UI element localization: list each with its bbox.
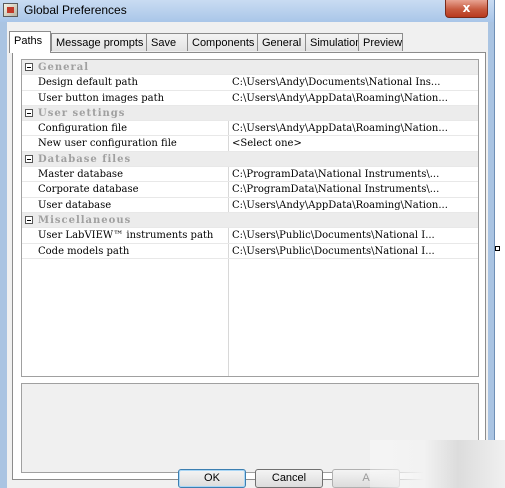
cancel-button[interactable]: Cancel <box>255 469 323 488</box>
category-label: Database files <box>38 153 132 165</box>
category-user-settings[interactable]: User settings <box>22 105 478 122</box>
property-value[interactable]: C:\Users\Andy\Documents\National Ins... <box>232 75 477 90</box>
app-icon <box>3 3 18 17</box>
property-row[interactable]: Master database C:\ProgramData\National … <box>22 167 478 183</box>
collapse-icon[interactable] <box>25 63 33 71</box>
category-label: Miscellaneous <box>38 214 132 226</box>
category-general[interactable]: General <box>22 60 478 76</box>
property-row[interactable]: Corporate database C:\ProgramData\Nation… <box>22 182 478 198</box>
property-value[interactable]: C:\Users\Public\Documents\National I... <box>232 228 477 243</box>
tab-preview[interactable]: Preview <box>358 33 403 51</box>
property-value[interactable]: <Select one> <box>232 136 477 151</box>
property-grid: General Design default path C:\Users\And… <box>21 59 479 377</box>
tab-save[interactable]: Save <box>146 33 188 51</box>
tab-paths[interactable]: Paths <box>9 31 51 53</box>
resize-handle[interactable] <box>495 246 500 251</box>
property-row[interactable]: User LabVIEW™ instruments path C:\Users\… <box>22 228 478 244</box>
collapse-icon[interactable] <box>25 154 33 163</box>
property-row[interactable]: User button images path C:\Users\Andy\Ap… <box>22 91 478 106</box>
property-row[interactable]: Code models path C:\Users\Public\Documen… <box>22 244 478 259</box>
property-value[interactable]: C:\Users\Andy\AppData\Roaming\Nation... <box>232 121 477 136</box>
category-miscellaneous[interactable]: Miscellaneous <box>22 212 478 229</box>
tab-general[interactable]: General <box>257 33 306 51</box>
tab-simulation[interactable]: Simulation <box>305 33 361 51</box>
collapse-icon[interactable] <box>25 215 33 224</box>
property-name: Design default path <box>38 77 138 89</box>
global-preferences-window: Global Preferences x Paths Message promp… <box>0 0 495 488</box>
category-label: User settings <box>38 107 126 119</box>
property-name: Code models path <box>38 245 130 257</box>
property-name: Configuration file <box>38 123 128 135</box>
property-name: New user configuration file <box>38 138 177 150</box>
title-bar[interactable]: Global Preferences x <box>0 0 494 22</box>
property-value[interactable]: C:\Users\Andy\AppData\Roaming\Nation... <box>232 91 477 106</box>
window-title: Global Preferences <box>24 3 127 17</box>
category-label: General <box>38 62 90 73</box>
property-name: User button images path <box>38 92 165 104</box>
paths-panel: General Design default path C:\Users\And… <box>12 52 486 480</box>
property-value[interactable]: C:\Users\Andy\AppData\Roaming\Nation... <box>232 198 477 213</box>
category-database-files[interactable]: Database files <box>22 151 478 168</box>
property-value[interactable]: C:\ProgramData\National Instruments\... <box>232 182 477 197</box>
property-value[interactable]: C:\ProgramData\National Instruments\... <box>232 167 477 182</box>
property-name: User LabVIEW™ instruments path <box>38 230 214 242</box>
blurred-watermark-area <box>370 440 505 488</box>
tab-components[interactable]: Components <box>187 33 258 51</box>
property-row[interactable]: Design default path C:\Users\Andy\Docume… <box>22 75 478 91</box>
property-name: User database <box>38 199 112 211</box>
ok-button[interactable]: OK <box>178 469 246 488</box>
property-value[interactable]: C:\Users\Public\Documents\National I... <box>232 244 477 259</box>
dialog-client-area: Paths Message prompts Save Components Ge… <box>7 22 488 488</box>
property-name: Corporate database <box>38 184 139 196</box>
property-name: Master database <box>38 169 123 181</box>
collapse-icon[interactable] <box>25 108 33 117</box>
property-row[interactable]: Configuration file C:\Users\Andy\AppData… <box>22 121 478 137</box>
property-row[interactable]: New user configuration file <Select one> <box>22 136 478 152</box>
property-row[interactable]: User database C:\Users\Andy\AppData\Roam… <box>22 198 478 213</box>
close-button[interactable]: x <box>445 0 488 18</box>
tab-message-prompts[interactable]: Message prompts <box>51 33 147 51</box>
